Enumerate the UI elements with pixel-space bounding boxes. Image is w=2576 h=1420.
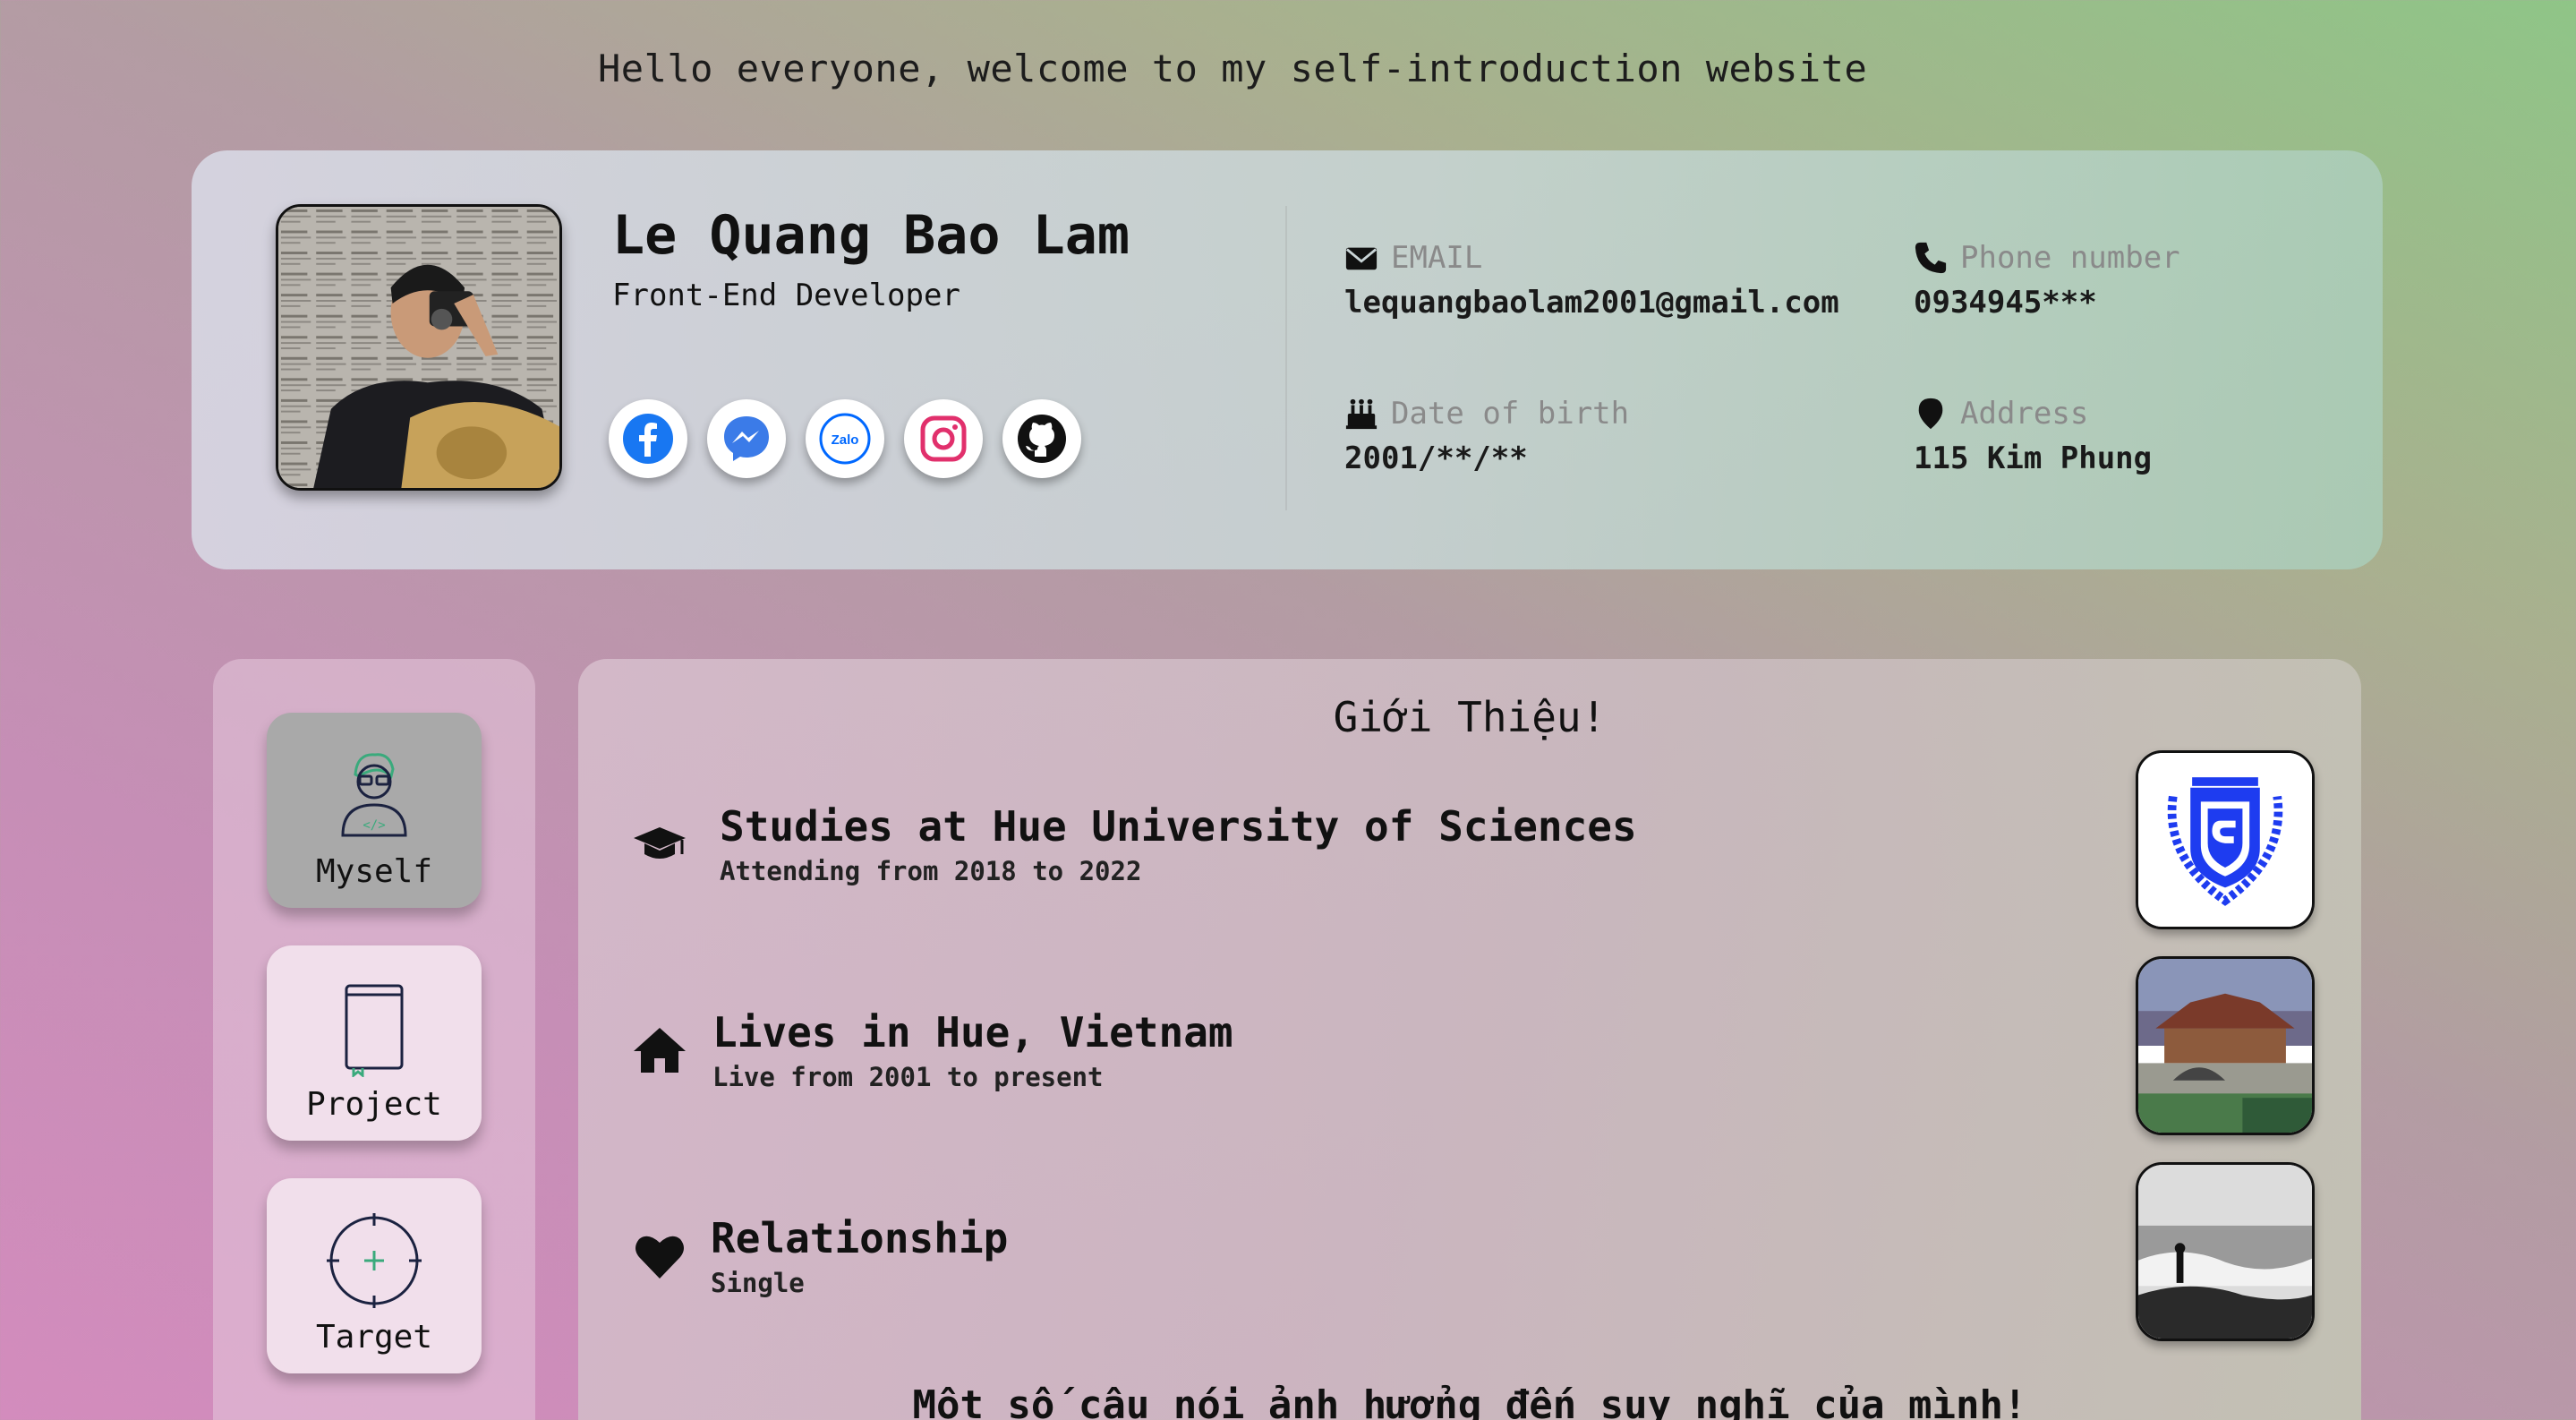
nav-project[interactable]: Project (267, 945, 482, 1141)
developer-icon: </> (341, 753, 407, 837)
email-label: EMAIL (1391, 240, 1483, 276)
svg-text:</>: </> (363, 818, 385, 833)
hue-citadel-photo (2136, 956, 2315, 1135)
phone-icon (1915, 242, 1947, 274)
envelope-icon (1345, 247, 1378, 270)
hometown-item: Lives in Hue, Vietnam Live from 2001 to … (632, 1008, 1233, 1092)
dob-label: Date of birth (1391, 396, 1630, 432)
nav-project-label: Project (306, 1086, 442, 1123)
nav-myself-label: Myself (315, 853, 433, 890)
zalo-text: Zalo (832, 432, 859, 448)
dob-info: Date of birth 2001/**/** (1344, 396, 1629, 476)
social-links: Zalo (609, 399, 1081, 478)
divider (1285, 206, 1287, 510)
nav-target-label: Target (315, 1319, 433, 1356)
profile-role: Front-End Developer (612, 278, 960, 313)
quotes-heading: Một số câu nói ảnh hưởng đến suy nghĩ củ… (912, 1382, 2027, 1420)
nav-target[interactable]: Target (267, 1178, 482, 1373)
hometown-title: Lives in Hue, Vietnam (712, 1008, 1233, 1056)
seaside-photo (2136, 1162, 2315, 1341)
heart-icon (635, 1236, 684, 1279)
address-value: 115 Kim Phung (1914, 441, 2153, 476)
avatar (276, 204, 562, 491)
birthday-cake-icon (1345, 398, 1378, 430)
facebook-icon (623, 414, 673, 464)
home-icon (634, 1028, 686, 1073)
zalo-link[interactable]: Zalo (806, 399, 884, 478)
intro-title: Giới Thiệu! (1333, 693, 1607, 741)
instagram-icon (920, 415, 967, 462)
side-nav: </> Myself Project Target (213, 659, 535, 1420)
intro-panel: Giới Thiệu! Studies at Hue University of… (578, 659, 2361, 1420)
messenger-icon (724, 416, 769, 461)
github-link[interactable] (1002, 399, 1081, 478)
address-info: Address 115 Kim Phung (1914, 396, 2152, 476)
phone-value[interactable]: 0934945*** (1914, 285, 2180, 321)
dob-value: 2001/**/** (1344, 441, 1528, 476)
crosshair-icon (327, 1213, 422, 1308)
messenger-link[interactable] (707, 399, 786, 478)
hometown-subtitle: Live from 2001 to present (712, 1062, 1104, 1092)
education-title: Studies at Hue University of Sciences (720, 802, 1637, 851)
welcome-heading: Hello everyone, welcome to my self-intro… (598, 47, 1868, 90)
education-item: Studies at Hue University of Sciences At… (632, 802, 1637, 886)
phone-info: Phone number 0934945*** (1914, 240, 2180, 321)
relationship-subtitle: Single (711, 1268, 805, 1298)
phone-label: Phone number (1960, 240, 2180, 276)
education-subtitle: Attending from 2018 to 2022 (720, 856, 1142, 886)
relationship-item: Relationship Single (632, 1214, 1008, 1298)
email-value[interactable]: lequangbaolam2001@gmail.com (1344, 285, 1839, 321)
university-logo (2136, 750, 2315, 929)
relationship-title: Relationship (711, 1214, 1009, 1262)
book-icon (345, 984, 404, 1077)
graduation-cap-icon (634, 827, 686, 859)
facebook-link[interactable] (609, 399, 687, 478)
email-info: EMAIL lequangbaolam2001@gmail.com (1344, 240, 1839, 321)
profile-name: Le Quang Bao Lam (612, 204, 1130, 267)
github-icon (1018, 415, 1066, 463)
nav-myself[interactable]: </> Myself (267, 713, 482, 908)
zalo-icon: Zalo (819, 413, 871, 465)
instagram-link[interactable] (904, 399, 983, 478)
address-label: Address (1960, 396, 2089, 432)
profile-card: Le Quang Bao Lam Front-End Developer Zal… (192, 150, 2383, 569)
location-pin-icon (1918, 398, 1943, 430)
